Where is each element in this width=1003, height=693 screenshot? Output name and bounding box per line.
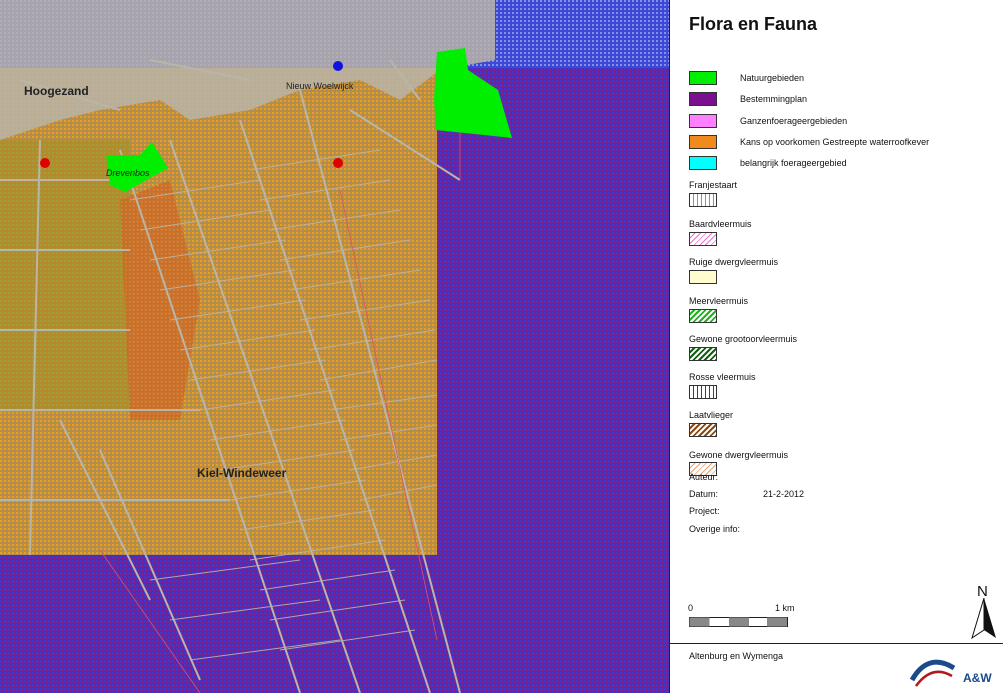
legend-swatch-waterroofkever [689,135,717,149]
legend-label-meervleermuis: Meervleermuis [689,296,749,306]
legend-label-grootoorvleermuis: Gewone grootoorvleermuis [689,334,798,344]
legend-swatch-natuurgebieden [689,71,717,85]
legend-swatch-laatvlieger [689,423,717,437]
legend-label-natuurgebieden: Natuurgebieden [740,73,805,83]
footer-company: Altenburg en Wymenga [689,651,783,661]
legend-swatch-franjestaart [689,193,717,207]
meta-overige-label: Overige info: [689,524,741,534]
map-area[interactable]: Hoogezand Nieuw Woelwijck Drevenbos Kiel… [0,0,669,693]
legend-title: Flora en Fauna [689,14,818,34]
legend-swatch-ganzen [689,114,717,128]
aw-logo-text: A&W [963,671,992,685]
legend-swatch-ruige-dwergvleermuis [689,270,717,284]
legend-label-laatvlieger: Laatvlieger [689,410,734,420]
scale-end-label: 1 km [775,603,795,613]
meta-datum-label: Datum: [689,489,719,499]
legend-label-bestemmingplan: Bestemmingplan [740,94,808,104]
legend-swatch-rosse-vleermuis [689,385,717,399]
legend-panel: Flora en Fauna Natuurgebieden Bestemming… [669,0,1003,693]
legend-swatch-bestemmingplan [689,92,717,106]
scale-start-label: 0 [688,603,694,613]
legend-swatch-baardvleermuis [689,232,717,246]
legend-label-waterroofkever: Kans op voorkomen Gestreepte waterroofke… [740,137,930,147]
bestemmingplan-zone-south [0,555,437,693]
location-marker-red-2[interactable] [333,158,343,168]
legend-label-foerageergebied: belangrijk foerageergebied [740,158,847,168]
location-marker-blue[interactable] [333,61,343,71]
legend-label-gewone-dwergvleermuis: Gewone dwergvleermuis [689,450,789,460]
legend-label-ganzen: Ganzenfoerageergebieden [740,116,848,126]
legend-label-baardvleermuis: Baardvleermuis [689,219,752,229]
scale-bar [689,617,788,627]
legend-label-ruige-dwergvleermuis: Ruige dwergvleermuis [689,257,779,267]
map-canvas [0,0,669,693]
north-arrow-icon [971,598,996,640]
label-kiel-windeweer: Kiel-Windeweer [197,466,287,480]
meta-auteur-label: Auteur: [689,472,719,482]
meta-datum-value: 21-2-2012 [763,489,805,499]
label-drevenbos: Drevenbos [106,168,150,178]
legend-label-franjestaart: Franjestaart [689,180,738,190]
legend-swatch-grootoorvleermuis [689,347,717,361]
legend-swatch-foerageergebied [689,156,717,170]
label-hoogezand: Hoogezand [24,84,89,98]
label-nieuw-woelwijck: Nieuw Woelwijck [286,81,354,91]
legend-swatch-meervleermuis [689,309,717,323]
meta-project-label: Project: [689,506,720,516]
footer-separator [670,643,1003,644]
legend-label-rosse-vleermuis: Rosse vleermuis [689,372,756,382]
bestemmingplan-zone-east [437,68,669,693]
location-marker-red-1[interactable] [40,158,50,168]
